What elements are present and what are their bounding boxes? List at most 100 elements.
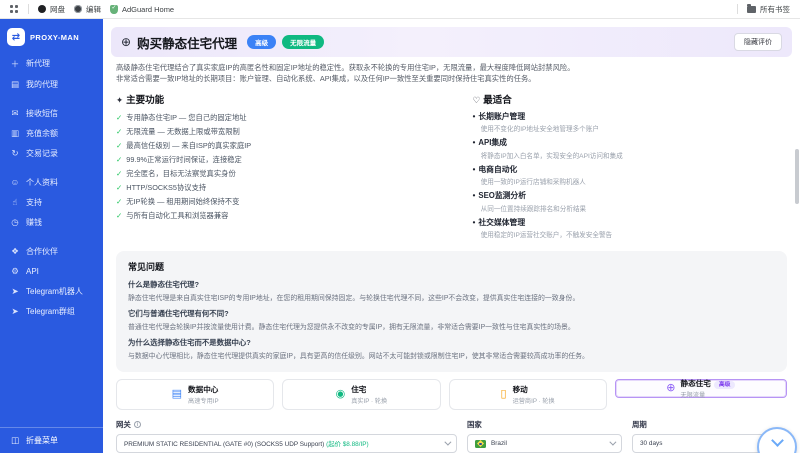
- bookmark-label: 编辑: [86, 4, 101, 15]
- proxy-type-static-residential[interactable]: ⊕ 静态住宅高级 无限流量: [615, 379, 787, 398]
- sidebar-item-label: 新代理: [26, 58, 50, 69]
- sidebar-item-label: Telegram机器人: [26, 286, 83, 297]
- check-icon: ✓: [116, 183, 122, 192]
- faq-question: 什么是静态住宅代理?: [128, 279, 775, 290]
- bullet-icon: •: [473, 138, 476, 147]
- bullet-icon: •: [473, 165, 476, 174]
- user-icon: ☺: [10, 177, 20, 187]
- apps-grid-icon[interactable]: [10, 5, 19, 14]
- bookmark-edit[interactable]: 编辑: [74, 4, 101, 15]
- sidebar-item-label: 赚钱: [26, 217, 42, 228]
- brand-name: PROXY-MAN: [30, 33, 79, 42]
- partners-icon: ❖: [10, 246, 20, 257]
- sidebar: ⇄ PROXY-MAN ＋ 新代理 ▤ 我的代理 ✉ 接收短信 ▥ 充值余额 ↻…: [0, 19, 103, 453]
- sidebar-item-label: 个人资料: [26, 177, 58, 188]
- collapse-menu-label: 折叠菜单: [26, 435, 58, 446]
- sidebar-item-label: Telegram群组: [26, 306, 75, 317]
- feature-item: ✓无限流量 — 无数据上限或带宽限制: [116, 125, 437, 139]
- bookmarks-bar: 网盘 编辑 AdGuard Home 所有书签: [0, 0, 800, 19]
- sidebar-item-api[interactable]: ⚙ API: [0, 261, 103, 281]
- disk-icon: [38, 5, 46, 13]
- faq-answer: 与数据中心代理相比，静态住宅代理提供真实的家庭IP，具有更高的信任级别。网站不太…: [128, 350, 775, 360]
- best-for-title: ♡最适合: [473, 92, 787, 106]
- bookmark-adguard[interactable]: AdGuard Home: [110, 5, 174, 14]
- sidebar-item-label: 充值余额: [26, 128, 58, 139]
- chevron-down-icon: [444, 439, 451, 446]
- purchase-form: 网关i PREMIUM STATIC RESIDENTIAL (GATE #0)…: [116, 419, 787, 453]
- check-icon: ✓: [116, 127, 122, 136]
- bookmark-netdisk[interactable]: 网盘: [38, 4, 65, 15]
- list-icon: ▤: [10, 79, 20, 90]
- proxy-type-selector: ▤ 数据中心 高速专用IP ◉ 住宅 真实IP · 轮换 ▯ 移动 运营商IP …: [116, 379, 787, 410]
- proxy-type-datacenter[interactable]: ▤ 数据中心 高速专用IP: [116, 379, 274, 410]
- scroll-down-button[interactable]: [757, 427, 797, 453]
- faq-answer: 静态住宅代理是来自真实住宅ISP的专用IP地址，在您的租用期间保持固定。与轮换住…: [128, 292, 775, 302]
- brand-logo[interactable]: ⇄ PROXY-MAN: [0, 19, 103, 53]
- premium-badge: 高级: [247, 35, 276, 49]
- sidebar-item-label: 我的代理: [26, 79, 58, 90]
- bookmark-label: 网盘: [50, 4, 65, 15]
- collapse-sidebar-icon: ◫: [10, 435, 20, 446]
- gateway-price: (起价 $8.88/IP): [326, 441, 369, 448]
- sidebar-item-transactions[interactable]: ↻ 交易记录: [0, 143, 103, 163]
- intro-line-2: 非常适合需要一致IP地址的长期项目：账户管理、自动化系统、API集成，以及任何I…: [116, 74, 787, 85]
- feature-item: ✓99.9%正常运行时间保证，连接稳定: [116, 153, 437, 167]
- sidebar-item-label: 交易记录: [26, 148, 58, 159]
- sidebar-item-receive-sms[interactable]: ✉ 接收短信: [0, 103, 103, 123]
- check-icon: ✓: [116, 113, 122, 122]
- message-icon: ✉: [10, 108, 20, 119]
- sidebar-item-new-proxy[interactable]: ＋ 新代理: [0, 53, 103, 74]
- server-icon: ▤: [172, 389, 182, 400]
- sidebar-item-support[interactable]: ☝ 支持: [0, 192, 103, 212]
- support-icon: ☝: [10, 197, 20, 208]
- faq-question: 为什么选择静态住宅而不是数据中心?: [128, 337, 775, 348]
- sidebar-item-partners[interactable]: ❖ 合作伙伴: [0, 241, 103, 261]
- globe-icon: [74, 5, 82, 13]
- sidebar-item-label: API: [26, 267, 39, 276]
- info-icon[interactable]: i: [134, 421, 141, 428]
- hide-reviews-button[interactable]: 隐藏评价: [734, 33, 782, 51]
- feature-item: ✓无IP轮换 — 租用期间始终保持不变: [116, 195, 437, 209]
- feature-item: ✓与所有自动化工具和浏览器兼容: [116, 209, 437, 223]
- country-select[interactable]: Brazil: [467, 434, 622, 453]
- globe-icon: ⊕: [121, 35, 131, 49]
- check-icon: ✓: [116, 169, 122, 178]
- sidebar-item-label: 合作伙伴: [26, 246, 58, 257]
- gateway-select[interactable]: PREMIUM STATIC RESIDENTIAL (GATE #0) (SO…: [116, 434, 457, 453]
- check-icon: ✓: [116, 155, 122, 164]
- chevron-down-icon: [771, 434, 784, 447]
- globe-icon: ◉: [336, 389, 346, 400]
- feature-item: ✓专用静态住宅IP — 您自己的固定地址: [116, 111, 437, 125]
- best-for-item: •社交媒体管理 使用稳定的IP运营社交账户，不触发安全警告: [473, 217, 787, 240]
- proxyman-logo-icon: ⇄: [7, 28, 25, 46]
- divider: [28, 4, 29, 14]
- check-icon: ✓: [116, 197, 122, 206]
- gateway-label: 网关i: [116, 419, 457, 430]
- page-header: ⊕ 购买静态住宅代理 高级 无限流量 隐藏评价: [111, 27, 792, 57]
- sidebar-item-telegram-bot[interactable]: ➤ Telegram机器人: [0, 281, 103, 301]
- main-content: ⊕ 购买静态住宅代理 高级 无限流量 隐藏评价 高级静态住宅代理结合了真实家庭I…: [103, 19, 800, 453]
- sidebar-item-topup-balance[interactable]: ▥ 充值余额: [0, 123, 103, 143]
- globe-icon: ⊕: [666, 383, 675, 394]
- proxy-type-residential[interactable]: ◉ 住宅 真实IP · 轮换: [282, 379, 440, 410]
- scrollbar-thumb[interactable]: [795, 149, 799, 204]
- sidebar-item-my-proxies[interactable]: ▤ 我的代理: [0, 74, 103, 94]
- sidebar-item-telegram-group[interactable]: ➤ Telegram群组: [0, 301, 103, 321]
- plus-icon: ＋: [10, 58, 20, 70]
- chevron-down-icon: [609, 439, 616, 446]
- faq-title: 常见问题: [128, 260, 775, 273]
- check-icon: ✓: [116, 141, 122, 150]
- faq-answer: 普通住宅代理会轮换IP并按流量使用计费。静态住宅代理为您提供永不改变的专属IP，…: [128, 321, 775, 331]
- sidebar-item-profile[interactable]: ☺ 个人资料: [0, 172, 103, 192]
- all-bookmarks-button[interactable]: 所有书签: [747, 4, 790, 15]
- sidebar-item-earn-money[interactable]: ◷ 赚钱: [0, 212, 103, 232]
- faq-question: 它们与普通住宅代理有何不同?: [128, 308, 775, 319]
- telegram-icon: ➤: [10, 286, 20, 297]
- history-icon: ↻: [10, 148, 20, 159]
- period-label: 周期: [632, 419, 787, 430]
- collapse-menu-button[interactable]: ◫ 折叠菜单: [0, 427, 103, 453]
- proxy-type-mobile[interactable]: ▯ 移动 运营商IP · 轮换: [449, 379, 607, 410]
- best-for-item: •长期账户管理 使用不变化的IP地址安全地管理多个账户: [473, 111, 787, 134]
- intro-line-1: 高级静态住宅代理结合了真实家庭IP的高匿名性和固定IP地址的稳定性。获取永不轮换…: [116, 63, 787, 74]
- best-for-item: •SEO监测分析 从同一位置持续跟踪排名和分析结果: [473, 190, 787, 213]
